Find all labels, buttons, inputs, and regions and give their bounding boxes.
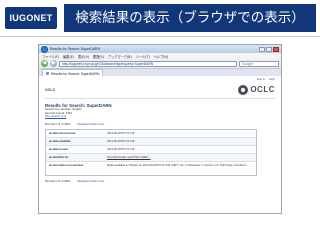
field-value: 2014-06-06T07:07:13Z <box>107 139 135 143</box>
address-bar[interactable]: http://iugonet0.nipr.ac.jp/OAI/search/ty… <box>59 60 237 67</box>
table-row: dc.identifier.uri http://hdl.handle.net/… <box>46 153 256 162</box>
field-name: dc.date.available <box>49 139 71 143</box>
results-count-text: Records 1-5 of 4302 <box>45 121 71 126</box>
slide-title: 検索結果の表示（ブラウザでの表示） <box>64 4 316 32</box>
back-arrow-icon: ◀ <box>42 60 47 66</box>
back-button[interactable]: ◀ <box>41 60 48 67</box>
field-value: 2014-06-06T07:07:13Z <box>107 131 135 135</box>
product-name: OCLC <box>45 87 56 92</box>
field-value: Made available in DSpace on 2014-06-06T0… <box>107 163 251 167</box>
field-name: dc.date.accessioned <box>49 131 76 135</box>
window-controls <box>259 46 279 52</box>
menu-bookmarks[interactable]: ブックマーク(B) <box>108 54 132 59</box>
tab-label: Results for Search: SuperDARN <box>51 71 100 76</box>
minimize-button[interactable] <box>259 46 265 52</box>
oclc-mark-icon <box>238 84 249 95</box>
results-count-top: Records 1-5 of 4302 Metadata Dublin Core <box>45 122 275 126</box>
window-titlebar: Results for Search: SuperDARN <box>39 45 281 53</box>
field-name: dc.description.provenance <box>49 163 84 167</box>
menu-tools[interactable]: ツール(T) <box>136 54 150 59</box>
page-icon <box>46 72 49 75</box>
metadata-format-link[interactable]: Metadata Dublin Core <box>77 122 104 126</box>
menu-help[interactable]: ヘルプ(H) <box>154 54 168 59</box>
iugonet-logo: IUGONET <box>5 7 57 29</box>
help-link[interactable]: Help <box>269 77 275 81</box>
new-search-link[interactable]: New Search Link <box>45 115 275 119</box>
menu-history[interactable]: 履歴(S) <box>93 54 104 59</box>
sign-in-link[interactable]: Sign In <box>257 77 266 81</box>
oclc-logo-text: OCLC <box>250 85 275 94</box>
table-row: dc.date.accessioned 2014-06-06T07:07:13Z <box>46 130 256 138</box>
slide-header: IUGONET 検索結果の表示（ブラウザでの表示） <box>0 0 320 36</box>
oclc-logo: OCLC <box>238 84 275 95</box>
search-input[interactable]: Google <box>239 60 279 67</box>
forward-button[interactable]: ▶ <box>50 60 57 67</box>
site-header: OCLC OCLC <box>45 81 275 99</box>
results-count-bottom: Records 1-5 of 4302 Metadata Dublin Core <box>45 179 275 183</box>
close-window-button[interactable] <box>273 46 279 52</box>
table-row: dc.description.provenance Made available… <box>46 162 256 175</box>
results-count-text: Records 1-5 of 4302 <box>45 178 71 183</box>
browser-app-icon <box>41 45 48 53</box>
logo-text: IUGONET <box>9 13 53 23</box>
menu-view[interactable]: 表示(V) <box>78 54 89 59</box>
forward-arrow-icon: ▶ <box>51 60 56 66</box>
browser-window: Results for Search: SuperDARN ファイル(F) 編集… <box>38 44 282 214</box>
header-divider <box>0 36 320 37</box>
navigation-bar: ◀ ▶ http://iugonet0.nipr.ac.jp/OAI/searc… <box>39 59 281 69</box>
table-row: dc.date.available 2014-06-06T07:07:13Z <box>46 137 256 146</box>
metadata-format-link[interactable]: Metadata Dublin Core <box>77 179 104 183</box>
field-value-link[interactable]: http://hdl.handle.net/20.500.11801/... <box>104 154 256 161</box>
menu-file[interactable]: ファイル(F) <box>42 54 59 59</box>
table-row: dc.date.issued 2014-06-06T07:07:13Z <box>46 146 256 154</box>
menu-edit[interactable]: 編集(E) <box>63 54 74 59</box>
window-title: Results for Search: SuperDARN <box>50 47 100 51</box>
page-content: Sign In Help OCLC OCLC Results for Searc… <box>39 76 281 213</box>
field-value: 2014-06-06T07:07:13Z <box>107 147 135 151</box>
maximize-button[interactable] <box>266 46 272 52</box>
record-table: dc.date.accessioned 2014-06-06T07:07:13Z… <box>45 128 257 176</box>
field-name: dc.date.issued <box>49 147 68 151</box>
field-name: dc.identifier.uri <box>49 155 69 159</box>
